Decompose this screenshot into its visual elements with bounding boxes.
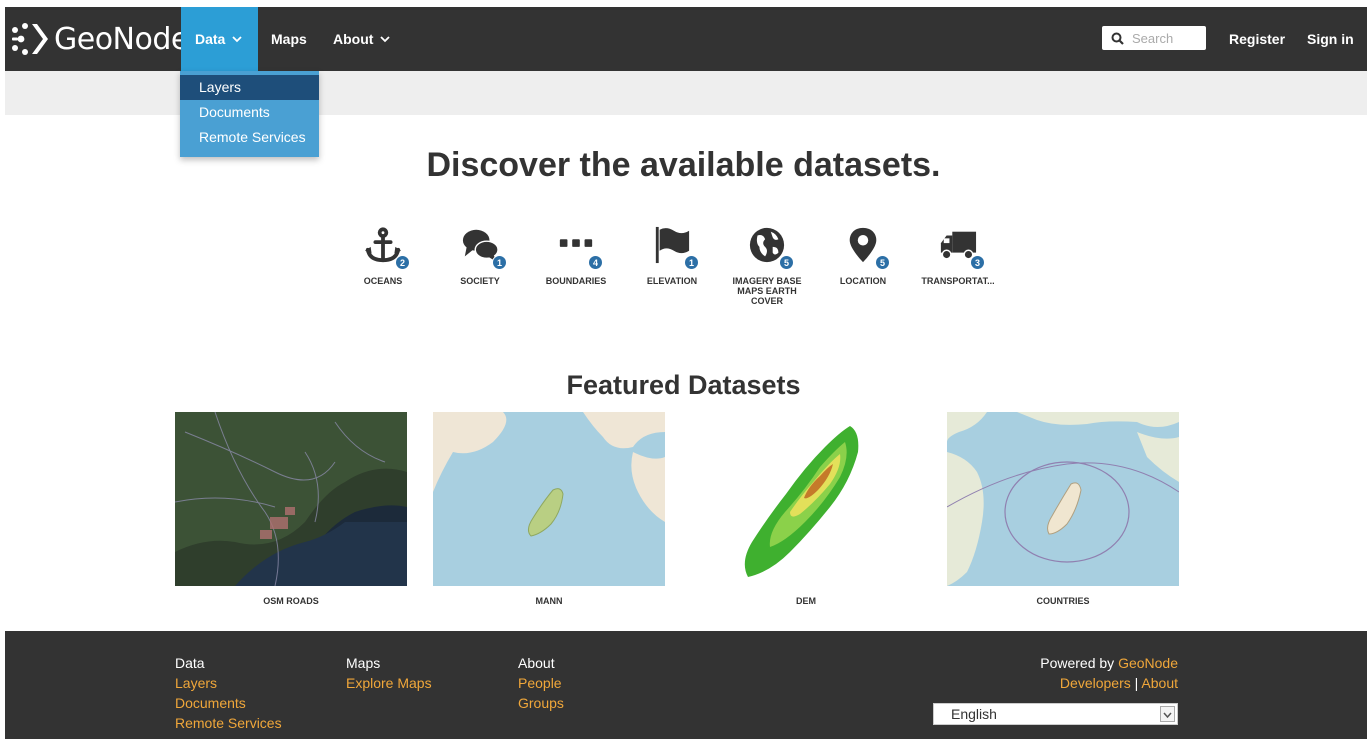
signin-link[interactable]: Sign in <box>1307 7 1354 71</box>
featured-card-dem[interactable]: DEM <box>690 412 922 606</box>
dropdown-item-documents[interactable]: Documents <box>180 100 319 125</box>
footer-column-data: Data Layers Documents Remote Services <box>175 653 282 733</box>
search-box[interactable] <box>1102 26 1206 50</box>
dataset-caption: DEM <box>796 596 816 606</box>
category-count-badge: 5 <box>779 255 794 270</box>
footer-link-explore-maps[interactable]: Explore Maps <box>346 673 432 693</box>
footer-column-about: About People Groups <box>518 653 564 713</box>
footer-link-layers[interactable]: Layers <box>175 673 282 693</box>
category-transportation[interactable]: 3 TRANSPORTAT... <box>913 226 1003 286</box>
chevron-down-icon <box>380 36 391 43</box>
top-navbar: GeoNode Data Maps About Register Sign in <box>5 7 1367 71</box>
featured-card-countries[interactable]: COUNTRIES <box>947 412 1179 606</box>
category-elevation[interactable]: 1 ELEVATION <box>627 226 717 286</box>
dropdown-item-layers[interactable]: Layers <box>180 75 319 100</box>
powered-by: Powered by GeoNode Developers | About <box>1040 653 1178 693</box>
powered-by-text: Powered by <box>1040 655 1115 671</box>
footer-heading: About <box>518 655 555 671</box>
category-count-badge: 2 <box>395 255 410 270</box>
featured-card-osm-roads[interactable]: OSM ROADS <box>175 412 407 606</box>
category-label: TRANSPORTAT... <box>921 276 995 286</box>
chevron-down-icon <box>232 36 242 43</box>
dataset-thumbnail <box>175 412 407 586</box>
brand-name: GeoNode <box>54 21 189 57</box>
category-location[interactable]: 5 LOCATION <box>818 226 908 286</box>
developers-link[interactable]: Developers <box>1060 675 1131 691</box>
category-boundaries[interactable]: 4 BOUNDARIES <box>531 226 621 286</box>
category-imagery-base-maps-earth-cover[interactable]: 5 IMAGERY BASE MAPS EARTH COVER <box>722 226 812 306</box>
search-icon <box>1111 32 1124 45</box>
footer-separator: | <box>1134 675 1139 691</box>
category-label: LOCATION <box>839 276 887 286</box>
footer-column-maps: Maps Explore Maps <box>346 653 432 693</box>
dataset-thumbnail <box>690 412 922 586</box>
dataset-thumbnail <box>433 412 665 586</box>
data-dropdown-menu: Layers Documents Remote Services <box>180 71 319 157</box>
hero-title: Discover the available datasets. <box>426 146 941 184</box>
category-count-badge: 4 <box>588 255 603 270</box>
category-label: OCEANS <box>363 276 403 286</box>
category-oceans[interactable]: 2 OCEANS <box>338 226 428 286</box>
featured-datasets-title: Featured Datasets <box>566 370 801 400</box>
footer-link-people[interactable]: People <box>518 673 564 693</box>
nav-maps-label: Maps <box>271 31 307 47</box>
category-count-badge: 1 <box>684 255 699 270</box>
geonode-link[interactable]: GeoNode <box>1118 655 1178 671</box>
register-link[interactable]: Register <box>1229 7 1285 71</box>
footer-about-link[interactable]: About <box>1141 675 1178 691</box>
geonode-logo-icon <box>12 23 48 55</box>
featured-card-mann[interactable]: MANN <box>433 412 665 606</box>
footer-link-groups[interactable]: Groups <box>518 693 564 713</box>
dataset-thumbnail <box>947 412 1179 586</box>
nav-data-label: Data <box>195 31 226 47</box>
footer: Data Layers Documents Remote Services Ma… <box>5 631 1367 739</box>
footer-link-documents[interactable]: Documents <box>175 693 282 713</box>
nav-about-menu[interactable]: About <box>333 7 391 71</box>
category-label: IMAGERY BASE MAPS EARTH COVER <box>732 276 802 306</box>
nav-maps-link[interactable]: Maps <box>271 7 307 71</box>
category-count-badge: 3 <box>970 255 985 270</box>
language-select[interactable]: English <box>933 703 1178 725</box>
category-label: BOUNDARIES <box>545 276 607 286</box>
language-selected: English <box>951 706 997 722</box>
brand-logo[interactable]: GeoNode <box>10 16 189 62</box>
footer-heading: Maps <box>346 655 381 671</box>
dataset-caption: MANN <box>535 596 563 606</box>
footer-heading: Data <box>175 655 205 671</box>
category-label: ELEVATION <box>646 276 698 286</box>
footer-link-remote-services[interactable]: Remote Services <box>175 713 282 733</box>
nav-about-label: About <box>333 31 374 47</box>
dataset-caption: COUNTRIES <box>1036 596 1090 606</box>
search-input[interactable] <box>1132 30 1202 46</box>
category-count-badge: 5 <box>875 255 890 270</box>
category-society[interactable]: 1 SOCIETY <box>435 226 525 286</box>
chevron-down-icon <box>1160 706 1175 722</box>
dataset-caption: OSM ROADS <box>263 596 319 606</box>
category-label: SOCIETY <box>460 276 500 286</box>
category-count-badge: 1 <box>492 255 507 270</box>
nav-data-menu[interactable]: Data <box>181 7 258 71</box>
